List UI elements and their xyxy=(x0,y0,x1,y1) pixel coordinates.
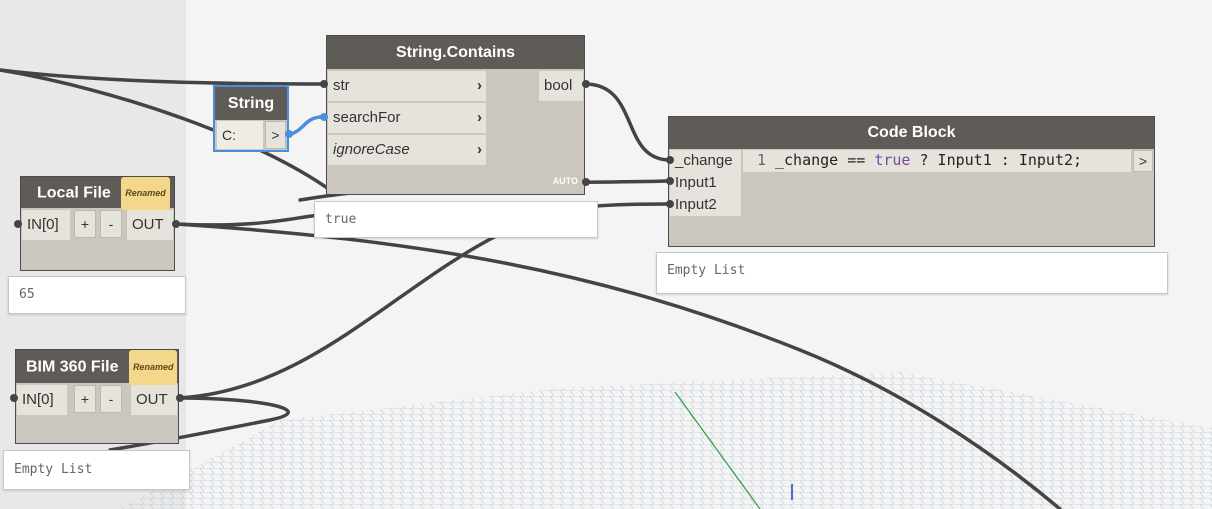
input-port-str[interactable]: str › xyxy=(328,71,486,101)
chevron-right-icon: › xyxy=(477,109,482,126)
string-input-node[interactable]: String C: > xyxy=(213,85,289,152)
port-label-bool: bool xyxy=(544,77,573,94)
code-block-title: Code Block xyxy=(669,117,1154,149)
code-editor[interactable]: 1 _change == true ? Input1 : Input2; xyxy=(743,150,1131,172)
lacing-label: AUTO xyxy=(552,176,578,186)
local-file-output-port[interactable]: OUT xyxy=(127,210,173,240)
code-block-node[interactable]: Code Block _change Input1 Input2 1 _chan… xyxy=(668,116,1155,247)
bim360-output-port[interactable]: OUT xyxy=(131,385,177,415)
code-post: ? Input1 : Input2; xyxy=(910,151,1083,169)
chevron-right-icon: › xyxy=(477,77,482,94)
local-file-input-port[interactable]: IN[0] xyxy=(22,210,70,240)
output-port-bool[interactable]: bool xyxy=(539,71,583,101)
code-pre: _change == xyxy=(775,151,875,169)
string-value-field[interactable]: C: xyxy=(217,121,263,149)
line-number: 1 xyxy=(757,151,767,169)
bim360-preview: Empty List xyxy=(3,450,190,490)
string-contains-preview: true xyxy=(314,201,598,238)
input-port-change[interactable]: _change xyxy=(670,150,741,172)
code-keyword: true xyxy=(874,151,911,169)
remove-input-button[interactable]: - xyxy=(100,385,122,413)
port-label-ignorecase: ignoreCase xyxy=(333,141,410,158)
string-node-title: String xyxy=(215,87,287,120)
code-block-preview: Empty List xyxy=(656,252,1168,294)
input-port-searchfor[interactable]: searchFor › xyxy=(328,103,486,133)
string-contains-title: String.Contains xyxy=(327,36,584,69)
local-file-title-bar: Local File Renamed xyxy=(21,177,174,210)
add-input-button[interactable]: + xyxy=(74,210,96,238)
add-input-button[interactable]: + xyxy=(74,385,96,413)
renamed-badge: Renamed xyxy=(128,350,178,385)
string-output-port[interactable]: > xyxy=(265,121,286,149)
remove-input-button[interactable]: - xyxy=(100,210,122,238)
chevron-right-icon: › xyxy=(477,141,482,158)
code-block-output-port[interactable]: > xyxy=(1133,150,1153,172)
local-file-title: Local File xyxy=(37,184,111,202)
code-expression: _change == true ? Input1 : Input2; xyxy=(775,151,1082,169)
bim360-title-bar: BIM 360 File Renamed xyxy=(16,350,178,385)
renamed-badge: Renamed xyxy=(121,177,170,210)
bim360-input-port[interactable]: IN[0] xyxy=(17,385,67,415)
bim360-title: BIM 360 File xyxy=(26,358,119,376)
port-label-str: str xyxy=(333,77,350,94)
input-port-input1[interactable]: Input1 xyxy=(670,172,741,194)
string-contains-node[interactable]: String.Contains str › searchFor › ignore… xyxy=(326,35,585,195)
local-file-node[interactable]: Local File Renamed IN[0] + - OUT xyxy=(20,176,175,271)
bim360-file-node[interactable]: BIM 360 File Renamed IN[0] + - OUT xyxy=(15,349,179,444)
port-label-searchfor: searchFor xyxy=(333,109,401,126)
input-port-input2[interactable]: Input2 xyxy=(670,194,741,216)
local-file-preview: 65 xyxy=(8,276,186,314)
input-port-ignorecase[interactable]: ignoreCase › xyxy=(328,135,486,165)
